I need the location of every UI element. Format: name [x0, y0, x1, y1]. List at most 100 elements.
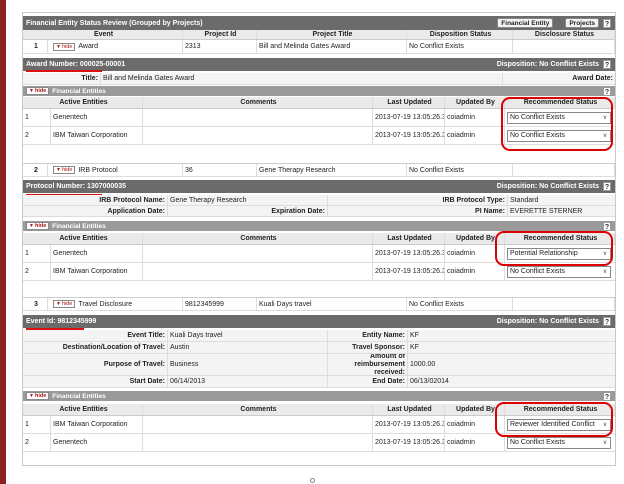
- event-title-label: Event Title:: [23, 330, 168, 341]
- col-last-updated: Last Updated: [373, 233, 445, 244]
- start-date-label: Start Date:: [23, 376, 168, 387]
- irb-type-label: IRB Protocol Type:: [328, 195, 508, 205]
- entity-number: 2: [23, 263, 51, 280]
- help-icon[interactable]: ?: [603, 317, 611, 326]
- entity-number: 2: [23, 127, 51, 144]
- help-icon[interactable]: ?: [603, 60, 611, 69]
- amount-value: 1000.00: [410, 361, 436, 368]
- travel-detail-row: Purpose of Travel: Business Amount of re…: [23, 354, 615, 376]
- entity-name: Genentech: [51, 245, 143, 262]
- pi-name-label: PI Name:: [328, 206, 508, 216]
- col-event: Event: [23, 30, 183, 39]
- title-value: Bill and Melinda Gates Award: [101, 73, 503, 84]
- application-date-label: Application Date:: [23, 206, 168, 216]
- scroll-indicator[interactable]: [310, 478, 315, 483]
- status-review-panel: Financial Entity Status Review (Grouped …: [22, 12, 616, 466]
- red-circle-annotation: [495, 231, 613, 266]
- entity-number: 1: [23, 245, 51, 262]
- entity-last-updated: 2013-07-19 13:05:26.324: [373, 109, 445, 126]
- dropdown-arrow-icon: v: [603, 268, 607, 275]
- help-icon[interactable]: ?: [603, 391, 611, 401]
- financial-entities-header: ▼hide Financial Entities ?: [23, 221, 615, 231]
- entity-number: 2: [23, 434, 51, 451]
- entity-last-updated: 2013-07-19 13:05:26.327: [373, 245, 445, 262]
- protocol-detail-row: Application Date: Expiration Date: PI Na…: [23, 206, 615, 217]
- entity-last-updated: 2013-07-19 13:05:26.324: [373, 127, 445, 144]
- travel-sponsor-value: KF: [410, 344, 419, 351]
- project-row: 3 ▼hide Travel Disclosure 9812345999 Kua…: [23, 297, 615, 311]
- help-icon[interactable]: ?: [603, 86, 611, 96]
- travel-detail-row: Destination/Location of Travel: Austin T…: [23, 342, 615, 354]
- col-comments: Comments: [143, 97, 373, 108]
- hide-button[interactable]: ▼hide: [53, 166, 76, 174]
- protocol-number: Protocol Number: 1307000035: [26, 183, 126, 190]
- entity-name: Genentech: [51, 109, 143, 126]
- expiration-date-label: Expiration Date:: [168, 206, 328, 216]
- left-accent-bar: [0, 0, 6, 484]
- help-icon[interactable]: ?: [603, 18, 611, 28]
- irb-type-value: Standard: [510, 196, 539, 204]
- travel-detail-row: Start Date: 06/14/2013 End Date: 06/13/0…: [23, 376, 615, 388]
- award-number: Award Number: 000025-00001: [26, 61, 126, 68]
- financial-entities-title: Financial Entities: [52, 222, 106, 230]
- panel-title: Financial Entity Status Review (Grouped …: [26, 19, 203, 27]
- hide-button[interactable]: ▼hide: [53, 300, 76, 308]
- recommended-status-select[interactable]: No Conflict Exists v: [507, 265, 611, 278]
- collapse-triangle-icon: ▼: [56, 167, 61, 173]
- irb-name-value: Gene Therapy Research: [168, 195, 328, 205]
- travel-sponsor-label: Travel Sponsor:: [328, 342, 408, 353]
- pi-name-value: EVERETTE STERNER: [510, 207, 583, 215]
- col-active-entities: Active Entities: [23, 97, 143, 108]
- entity-updated-by: coiadmin: [445, 127, 505, 144]
- panel-header: Financial Entity Status Review (Grouped …: [23, 16, 615, 30]
- award-detail-row: Title: Bill and Melinda Gates Award Awar…: [23, 73, 615, 85]
- irb-name-label: IRB Protocol Name:: [23, 195, 168, 205]
- hide-button[interactable]: ▼hide: [26, 392, 50, 400]
- entity-comments: [143, 245, 373, 262]
- hide-button[interactable]: ▼hide: [26, 222, 50, 230]
- project-event: IRB Protocol: [78, 166, 118, 174]
- hide-button[interactable]: ▼hide: [53, 42, 76, 51]
- col-project-id: Project Id: [183, 30, 257, 39]
- start-date-value: 06/14/2013: [168, 376, 328, 387]
- project-number: 2: [23, 164, 48, 176]
- project-event: Award: [78, 43, 99, 50]
- project-id: 36: [183, 164, 257, 176]
- project-disclosure: [513, 164, 615, 176]
- protocol-disposition: Disposition: No Conflict Exists: [496, 183, 599, 190]
- event-title-value: Kuali Days travel: [168, 330, 328, 341]
- entity-updated-by: coiadmin: [445, 434, 505, 451]
- col-last-updated: Last Updated: [373, 404, 445, 415]
- help-icon[interactable]: ?: [603, 182, 611, 191]
- event-id: Event Id: 9812345999: [26, 318, 97, 325]
- recommended-status-select[interactable]: No Conflict Exists v: [507, 436, 611, 449]
- end-date-value: 06/13/02014: [410, 378, 449, 385]
- entity-number: 1: [23, 416, 51, 433]
- financial-entities-header: ▼hide Financial Entities ?: [23, 391, 615, 401]
- help-icon[interactable]: ?: [603, 221, 611, 231]
- protocol-band: Protocol Number: 1307000035 Disposition:…: [23, 180, 615, 193]
- col-comments: Comments: [143, 233, 373, 244]
- project-title: Bill and Melinda Gates Award: [257, 40, 407, 53]
- entity-number: 1: [23, 109, 51, 126]
- hide-button[interactable]: ▼hide: [26, 87, 50, 95]
- entity-name: Genentech: [51, 434, 143, 451]
- col-disposition: Disposition Status: [407, 30, 513, 39]
- project-id: 2313: [183, 40, 257, 53]
- collapse-triangle-icon: ▼: [29, 88, 34, 94]
- award-disposition: Disposition: No Conflict Exists: [496, 61, 599, 68]
- project-number: 3: [23, 298, 48, 310]
- project-id: 9812345999: [183, 298, 257, 310]
- entity-comments: [143, 416, 373, 433]
- project-row: 2 ▼hide IRB Protocol 36 Gene Therapy Res…: [23, 163, 615, 177]
- amount-label: Amount of reimbursement received:: [328, 354, 408, 375]
- projects-button[interactable]: Projects: [565, 18, 599, 28]
- entity-name: IBM Taiwan Corporation: [51, 416, 143, 433]
- project-title: Gene Therapy Research: [257, 164, 407, 176]
- financial-entities-header: ▼hide Financial Entities ?: [23, 86, 615, 96]
- project-title: Kuali Days travel: [257, 298, 407, 310]
- financial-entity-button[interactable]: Financial Entity: [497, 18, 554, 28]
- entity-updated-by: coiadmin: [445, 109, 505, 126]
- project-disclosure: [513, 40, 615, 53]
- project-row: 1 ▼hide Award 2313 Bill and Melinda Gate…: [23, 40, 615, 54]
